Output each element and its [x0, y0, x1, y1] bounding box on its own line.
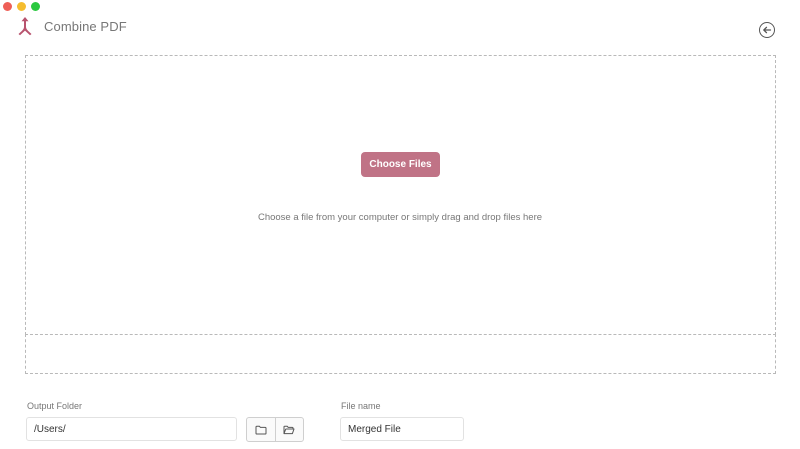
window-controls — [3, 2, 40, 11]
choose-files-button[interactable]: Choose Files — [361, 152, 440, 177]
drop-hint-text: Choose a file from your computer or simp… — [257, 212, 543, 223]
app-window: Combine PDF Choose Files Choose a file f… — [0, 0, 800, 449]
minimize-window-button[interactable] — [17, 2, 26, 11]
open-folder-button[interactable] — [274, 418, 304, 441]
folder-icon — [255, 425, 267, 434]
back-button[interactable] — [759, 22, 775, 38]
maximize-window-button[interactable] — [31, 2, 40, 11]
back-arrow-icon — [763, 26, 772, 34]
folder-open-icon — [283, 425, 295, 434]
file-name-label: File name — [341, 401, 381, 411]
combine-arrows-icon — [18, 17, 32, 36]
file-drop-zone[interactable] — [25, 55, 776, 335]
close-window-button[interactable] — [3, 2, 12, 11]
file-name-input[interactable] — [340, 417, 464, 441]
browse-folder-button[interactable] — [247, 418, 275, 441]
output-folder-label: Output Folder — [27, 401, 83, 411]
folder-button-group — [246, 417, 304, 442]
app-title: Combine PDF — [44, 19, 127, 34]
file-list-area — [25, 334, 776, 374]
output-folder-input[interactable] — [26, 417, 237, 441]
